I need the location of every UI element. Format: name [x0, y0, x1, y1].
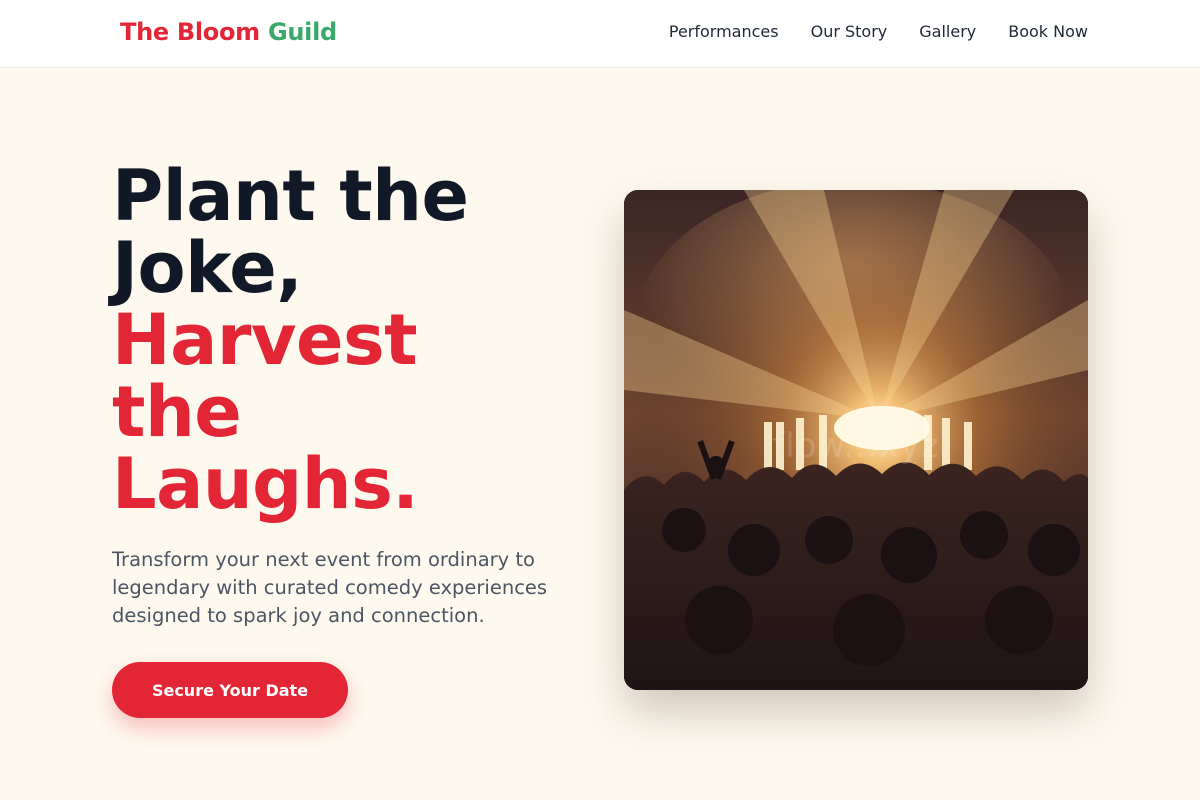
logo-word-primary: The Bloom	[120, 18, 260, 46]
hero-headline: Plant the Joke, Harvest the Laughs.	[112, 160, 582, 520]
image-watermark: flow...xyz	[772, 426, 940, 466]
headline-line: Joke,	[112, 227, 303, 309]
main-nav: Performances Our Story Gallery Book Now	[669, 22, 1088, 41]
secure-your-date-button[interactable]: Secure Your Date	[112, 662, 348, 718]
brand-logo[interactable]: The Bloom Guild	[120, 18, 337, 46]
concert-crowd-image: flow...xyz	[624, 190, 1088, 690]
nav-link-performances[interactable]: Performances	[669, 22, 779, 41]
nav-link-gallery[interactable]: Gallery	[919, 22, 976, 41]
logo-word-secondary: Guild	[267, 18, 337, 46]
headline-highlight-line: Harvest	[112, 299, 418, 381]
headline-highlight-line: Laughs.	[112, 443, 419, 525]
headline-highlight-line: the	[112, 371, 242, 453]
headline-line: Plant the	[112, 155, 469, 237]
nav-link-book-now[interactable]: Book Now	[1008, 22, 1088, 41]
nav-link-our-story[interactable]: Our Story	[811, 22, 888, 41]
hero-subtext: Transform your next event from ordinary …	[112, 548, 548, 627]
site-header: The Bloom Guild Performances Our Story G…	[0, 0, 1200, 68]
